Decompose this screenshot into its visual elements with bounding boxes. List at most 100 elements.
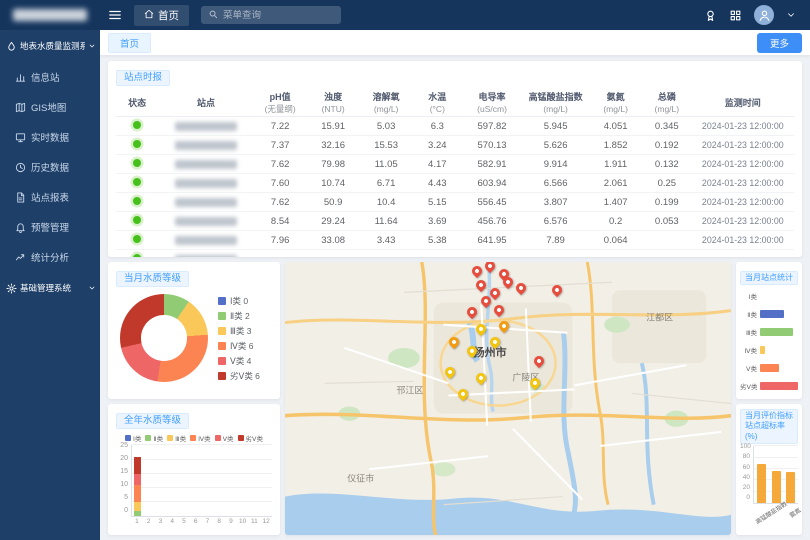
value-cell: 7.22 (254, 117, 307, 136)
water-drop-icon (6, 41, 17, 52)
table-row[interactable]: 7.6279.9811.054.17582.919.9141.9110.1322… (116, 155, 794, 174)
sidebar-section-0[interactable]: 地表水质量监测系统 (0, 30, 100, 62)
status-dot (133, 254, 141, 257)
legend-item[interactable]: 劣Ⅴ类 (238, 433, 263, 443)
map-icon (15, 102, 26, 113)
value-cell: 10.4 (360, 193, 413, 212)
value-cell: 5.15 (413, 193, 462, 212)
legend-item[interactable]: Ⅳ类 (190, 433, 211, 443)
value-cell: 0.064 (589, 231, 642, 250)
annual-chart[interactable]: 2520151050 (116, 445, 272, 517)
monitor-time-cell (692, 250, 794, 257)
user-icon (758, 9, 771, 22)
sidebar-collapse-button[interactable] (100, 4, 130, 26)
topbar: 首页 (0, 0, 810, 30)
home-icon (144, 9, 154, 19)
table-row[interactable]: 7.2215.915.036.3597.825.9454.0510.345202… (116, 117, 794, 136)
sidebar-item-实时数据[interactable]: 实时数据 (0, 122, 100, 152)
station-name-redacted (175, 160, 237, 169)
sidebar-item-预警管理[interactable]: 预警管理 (0, 212, 100, 242)
value-cell (522, 250, 589, 257)
clock-icon (15, 162, 26, 173)
stat-label: Ⅰ类 (740, 291, 757, 301)
legend-item[interactable]: Ⅲ类 3 (218, 325, 260, 337)
value-cell: 50.9 (307, 193, 360, 212)
value-cell (642, 250, 691, 257)
value-cell: 7.37 (254, 136, 307, 155)
badge-icon-button[interactable] (704, 9, 717, 22)
stat-row: Ⅱ类 (740, 309, 798, 319)
value-cell: 0.199 (642, 193, 691, 212)
more-button[interactable]: 更多 (757, 33, 802, 53)
status-dot (133, 159, 141, 167)
table-row[interactable]: 7.6250.910.45.15556.453.8071.4070.199202… (116, 193, 794, 212)
value-cell: 556.45 (462, 193, 522, 212)
stat-bar (760, 328, 793, 336)
legend-item[interactable]: Ⅴ类 (215, 433, 234, 443)
search-icon (208, 9, 218, 19)
stat-bar (760, 364, 779, 372)
topbar-home-button[interactable]: 首页 (134, 5, 189, 26)
panel-title-annual-quality: 全年水质等级 (116, 413, 189, 429)
menu-search-input[interactable] (223, 10, 334, 21)
monitor-time-cell: 2024-01-23 12:00:00 (692, 212, 794, 231)
legend-item[interactable]: Ⅱ类 2 (218, 310, 260, 322)
stat-row: Ⅴ类 (740, 363, 798, 373)
home-icon (144, 9, 154, 22)
table-row[interactable]: 7.9633.083.435.38641.957.890.0642024-01-… (116, 231, 794, 250)
main-area: 首页 更多 站点时报 状态站点pH值(无量纲)浊度(NTU)溶解氧(mg/L)水… (100, 30, 810, 540)
table-row[interactable] (116, 250, 794, 257)
sidebar-item-站点报表[interactable]: 站点报表 (0, 182, 100, 212)
value-cell: 0.132 (642, 155, 691, 174)
value-cell: 3.69 (413, 212, 462, 231)
legend-item[interactable]: Ⅴ类 4 (218, 355, 260, 367)
column-header: 水温(°C) (413, 90, 462, 116)
station-map[interactable]: 扬州市江都区广陵区邗江区仪征市 (285, 262, 731, 535)
exceed-bar (772, 471, 781, 503)
sidebar-section-1[interactable]: 基础管理系统 (0, 272, 100, 304)
user-avatar[interactable] (754, 5, 774, 25)
value-cell (413, 250, 462, 257)
sidebar-item-历史数据[interactable]: 历史数据 (0, 152, 100, 182)
exceed-x-axis: 高锰酸盐指数氨氮总磷 (753, 504, 798, 521)
value-cell: 32.16 (307, 136, 360, 155)
value-cell: 570.13 (462, 136, 522, 155)
home-label: 首页 (158, 8, 179, 23)
station-name-redacted (175, 236, 237, 245)
exceed-rate-chart[interactable]: 100806040200 (740, 446, 798, 504)
table-row[interactable]: 8.5429.2411.643.69456.766.5760.20.053202… (116, 212, 794, 231)
value-cell: 15.53 (360, 136, 413, 155)
value-cell: 0.192 (642, 136, 691, 155)
tab-home[interactable]: 首页 (108, 33, 151, 53)
station-stats-chart[interactable]: Ⅰ类Ⅱ类Ⅲ类Ⅳ类Ⅴ类劣Ⅴ类 (740, 291, 798, 391)
exceed-bar (786, 472, 795, 503)
monitor-time-cell: 2024-01-23 12:00:00 (692, 155, 794, 174)
sidebar-item-信息站[interactable]: 信息站 (0, 62, 100, 92)
value-cell: 0.25 (642, 174, 691, 193)
table-row[interactable]: 7.3732.1615.533.24570.135.6261.8520.1922… (116, 136, 794, 155)
bottom-grid: 当月水质等级 Ⅰ类 0Ⅱ类 2Ⅲ类 3Ⅳ类 6Ⅴ类 4劣Ⅴ类 6 全年水质等级 … (108, 262, 802, 535)
sidebar: 地表水质量监测系统信息站GIS地图实时数据历史数据站点报表预警管理统计分析基础管… (0, 30, 100, 540)
value-cell: 2.061 (589, 174, 642, 193)
exceed-rate-panel: 当月评价指标站点超标率(%) 100806040200 高锰酸盐指数氨氮总磷 (736, 404, 802, 535)
quality-donut-chart[interactable] (120, 294, 208, 382)
legend-item[interactable]: 劣Ⅴ类 6 (218, 370, 260, 382)
apps-icon-button[interactable] (729, 9, 742, 22)
exceed-bar (757, 464, 766, 503)
legend-item[interactable]: Ⅰ类 0 (218, 295, 260, 307)
stack-segment (134, 511, 141, 517)
legend-item[interactable]: Ⅳ类 6 (218, 340, 260, 352)
value-cell: 597.82 (462, 117, 522, 136)
value-cell: 4.43 (413, 174, 462, 193)
value-cell: 3.43 (360, 231, 413, 250)
sidebar-item-GIS地图[interactable]: GIS地图 (0, 92, 100, 122)
column-header: 浊度(NTU) (307, 90, 360, 116)
chevron-down-icon (88, 42, 96, 50)
table-row[interactable]: 7.6010.746.714.43603.946.5662.0610.25202… (116, 174, 794, 193)
legend-item[interactable]: Ⅱ类 (145, 433, 163, 443)
status-dot (133, 216, 141, 224)
legend-item[interactable]: Ⅲ类 (167, 433, 186, 443)
sidebar-item-统计分析[interactable]: 统计分析 (0, 242, 100, 272)
user-menu-caret-icon[interactable] (786, 10, 796, 20)
panel-title-station-stats: 当月站点统计 (740, 271, 798, 285)
